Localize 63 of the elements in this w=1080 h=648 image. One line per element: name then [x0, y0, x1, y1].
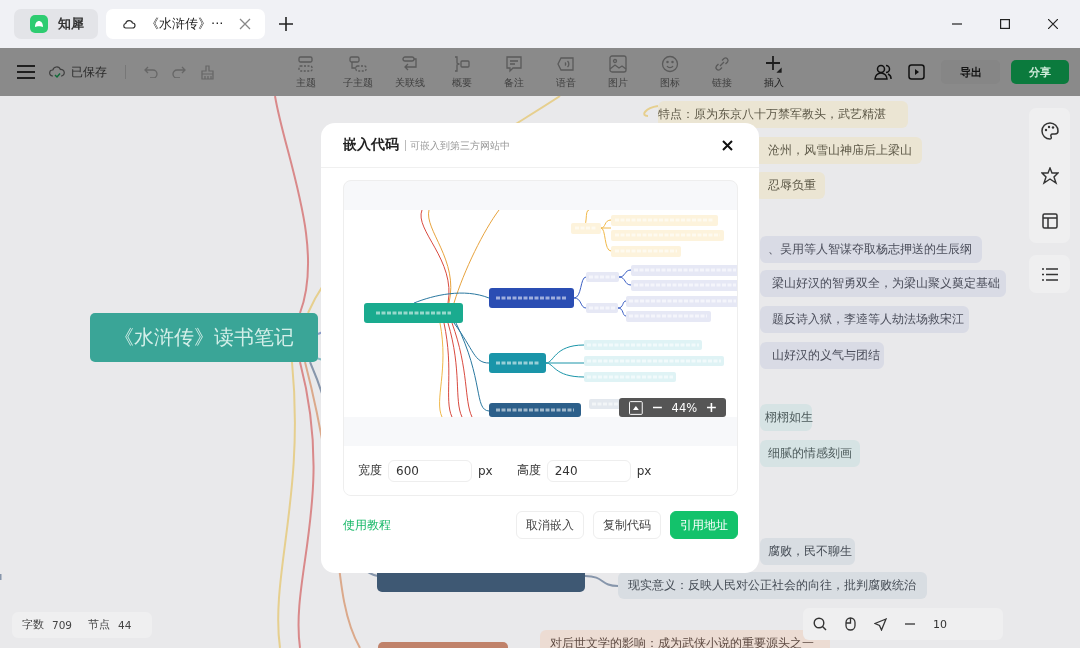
- mindmap-node[interactable]: 对后世文学的影响：成为武侠小说的重要源头之一: [540, 630, 830, 648]
- image-icon: [608, 54, 628, 73]
- stat-value: 44: [118, 619, 132, 631]
- tab[interactable]: 知犀: [14, 9, 98, 39]
- mindmap-node[interactable]: 腐败，民不聊生: [760, 538, 855, 565]
- tool-button[interactable]: 插入: [748, 54, 800, 90]
- topic-icon: [296, 54, 316, 73]
- dialog-button[interactable]: 复制代码: [593, 511, 661, 539]
- new-tab-icon[interactable]: [279, 17, 294, 31]
- mindmap-node[interactable]: 特点：原为东京八十万禁军教头，武艺精湛: [658, 101, 908, 128]
- export-button[interactable]: 导出: [941, 60, 1000, 84]
- palette-icon[interactable]: [1040, 121, 1059, 140]
- stat-label: 节点: [88, 618, 111, 632]
- play-icon[interactable]: [908, 64, 925, 80]
- mindmap-node[interactable]: 山好汉的义气与团结: [760, 342, 884, 369]
- branch-line: [643, 105, 659, 117]
- input-field[interactable]: 600: [388, 459, 472, 482]
- voice-icon: [556, 54, 576, 73]
- input-field[interactable]: 240: [546, 459, 631, 482]
- tab[interactable]: 《水浒传》···: [106, 9, 266, 39]
- comment-icon: [504, 54, 524, 73]
- unit-label: px: [478, 463, 493, 478]
- zoom-in-icon[interactable]: [707, 403, 716, 412]
- mouse-icon[interactable]: [845, 617, 856, 631]
- mindmap-node[interactable]: 细腻的情感刻画: [760, 440, 860, 467]
- app-logo-icon: [30, 15, 48, 33]
- dialog-subtitle: 可嵌入到第三方网站中: [405, 139, 510, 151]
- dialog-title: 嵌入代码: [343, 136, 399, 154]
- share-button[interactable]: 分享: [1011, 60, 1069, 84]
- people-icon[interactable]: [874, 64, 892, 80]
- search-icon[interactable]: [813, 617, 827, 631]
- menu-icon[interactable]: [17, 65, 35, 79]
- mindmap-node[interactable]: 栩栩如生: [760, 404, 812, 431]
- link-icon: [712, 54, 732, 73]
- bracket-icon: [452, 54, 472, 73]
- smiley-icon: [660, 54, 680, 73]
- close-icon[interactable]: [1048, 19, 1058, 29]
- mindmap-node[interactable]: 梁山好汉的智勇双全，为梁山聚义奠定基础: [760, 270, 1006, 297]
- relation-line-icon: [400, 54, 420, 73]
- branch-line: [584, 575, 619, 587]
- stat-label: 字数: [22, 618, 44, 632]
- branch-line: [0, 574, 2, 580]
- mindmap-node[interactable]: 题反诗入狱，李逵等人劫法场救宋江: [760, 306, 969, 333]
- stat-value: 709: [52, 619, 73, 631]
- mindmap-node[interactable]: 现实意义：反映人民对公正社会的向往，批判腐败统治: [618, 572, 927, 599]
- minimap-toggle-icon[interactable]: [629, 400, 643, 415]
- cloud-icon: [122, 19, 136, 29]
- unit-label: px: [636, 463, 652, 478]
- pointer-icon[interactable]: [874, 617, 887, 631]
- save-status: 已保存: [71, 64, 107, 80]
- mindmap-node[interactable]: 、吴用等人智谋夺取杨志押送的生辰纲: [760, 236, 982, 263]
- outline-list-icon[interactable]: [1041, 267, 1058, 281]
- preview-zoom-reading: 44%: [671, 400, 698, 415]
- subtopic-icon: [348, 54, 368, 73]
- zoom-reading: 10: [933, 617, 947, 631]
- field-label: 高度: [516, 462, 541, 479]
- maximize-icon[interactable]: [1000, 19, 1010, 29]
- layout-icon[interactable]: [1041, 213, 1058, 230]
- cloud-check-icon: [49, 65, 65, 79]
- field-label: 宽度: [358, 462, 382, 479]
- plus-icon: [764, 54, 784, 73]
- close-icon[interactable]: [722, 139, 733, 151]
- dialog-button[interactable]: 取消嵌入: [516, 511, 584, 539]
